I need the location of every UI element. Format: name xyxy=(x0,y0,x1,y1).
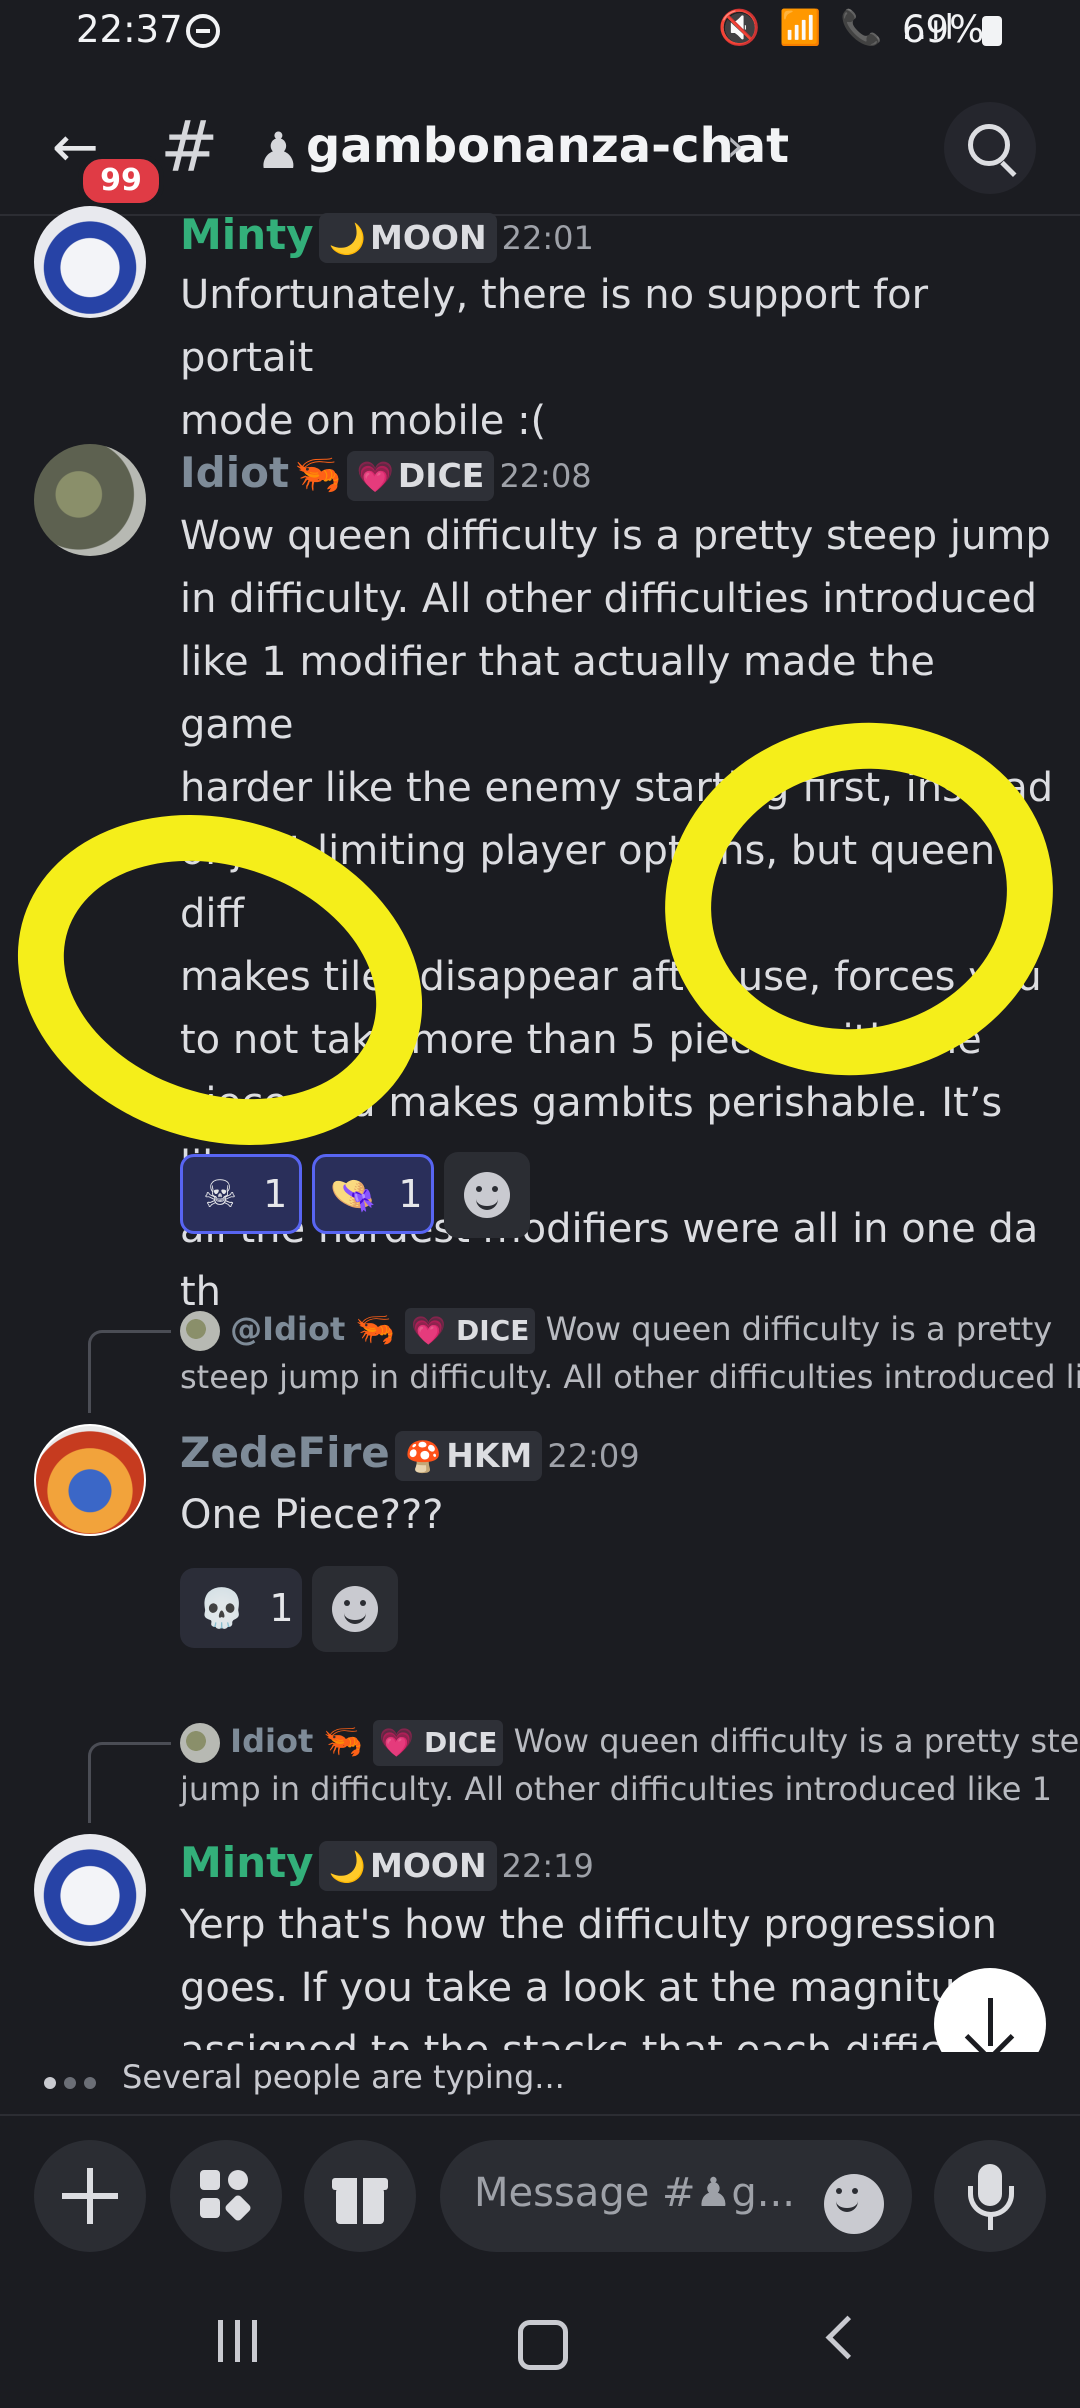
message-body: Yerp that's how the difficulty progressi… xyxy=(180,1902,1006,2050)
username[interactable]: Minty xyxy=(180,1838,314,1887)
reaction-skull[interactable]: 💀 1 xyxy=(180,1568,302,1648)
message-placeholder: Message #♟g... xyxy=(474,2170,795,2216)
channel-hash-icon: # xyxy=(160,106,219,188)
heart-icon: 💗 xyxy=(411,1314,447,1347)
unread-badge: 99 xyxy=(78,154,164,208)
recent-apps-button[interactable] xyxy=(218,2320,269,2366)
gift-button[interactable] xyxy=(304,2140,416,2252)
attach-button[interactable] xyxy=(34,2140,146,2252)
heart-icon: 💗 xyxy=(356,460,394,495)
avatar[interactable] xyxy=(34,1834,146,1946)
role-tag: 💗 DICE xyxy=(373,1720,504,1766)
heart-icon: 💗 xyxy=(379,1726,415,1759)
role-tag[interactable]: 💗 DICE xyxy=(346,451,495,501)
reply-preview[interactable]: @Idiot 🦐 💗 DICE Wow queen difficulty is … xyxy=(180,1306,1080,1400)
message-header: ZedeFire 🍄 HKM 22:09 xyxy=(180,1428,640,1484)
typing-indicator: Several people are typing... xyxy=(0,2052,1080,2112)
skull-icon: 💀 xyxy=(198,1586,246,1630)
role-tag[interactable]: 🌙 MOON xyxy=(318,213,497,263)
add-reaction-button[interactable] xyxy=(312,1566,398,1652)
username[interactable]: Minty xyxy=(180,210,314,259)
reply-avatar xyxy=(180,1723,220,1763)
timestamp: 22:08 xyxy=(499,457,592,495)
reply-connector xyxy=(88,1330,171,1413)
message-body: Unfortunately, there is no support for p… xyxy=(180,272,929,444)
status-time: 22:37 xyxy=(76,8,183,51)
battery-icon xyxy=(982,16,1002,46)
message-header: Minty 🌙 MOON 22:19 xyxy=(180,1838,594,1894)
skull-crossbones-icon: ☠ xyxy=(203,1172,238,1216)
smiley-icon xyxy=(464,1172,510,1218)
message-body: One Piece??? xyxy=(180,1492,444,1538)
reply-avatar xyxy=(180,1311,220,1351)
role-tag[interactable]: 🍄 HKM xyxy=(394,1431,543,1481)
mushroom-icon: 🍄 xyxy=(404,1440,443,1475)
do-not-disturb-icon xyxy=(186,14,220,48)
add-reaction-button[interactable] xyxy=(444,1152,530,1238)
battery-percent: 69% xyxy=(902,8,985,51)
home-button[interactable] xyxy=(518,2320,568,2370)
emoji-picker-icon[interactable] xyxy=(824,2174,884,2234)
shrimp-icon: 🦐 xyxy=(323,1722,364,1760)
username[interactable]: ZedeFire xyxy=(180,1428,390,1477)
straw-hat-icon: 👒 xyxy=(329,1172,377,1216)
reaction-straw-hat[interactable]: 👒 1 xyxy=(312,1154,434,1234)
search-button[interactable] xyxy=(944,102,1036,194)
moon-icon: 🌙 xyxy=(328,1850,366,1885)
shrimp-icon: 🦐 xyxy=(355,1310,396,1348)
moon-icon: 🌙 xyxy=(328,222,366,257)
username[interactable]: Idiot xyxy=(180,448,289,497)
smiley-icon xyxy=(332,1586,378,1632)
timestamp: 22:01 xyxy=(501,219,594,257)
status-bar: 22:37 🔇 📶 📞 ..ıl 69% xyxy=(0,0,1080,66)
message-header: Minty 🌙 MOON 22:01 xyxy=(180,210,594,263)
avatar[interactable] xyxy=(34,444,146,556)
message-header: Idiot 🦐 💗 DICE 22:08 xyxy=(180,448,592,504)
typing-dots-icon xyxy=(44,2074,104,2093)
role-tag: 💗 DICE xyxy=(405,1308,536,1354)
timestamp: 22:09 xyxy=(547,1437,640,1475)
chess-pawn-icon: ♟ xyxy=(256,122,301,180)
avatar[interactable] xyxy=(34,1424,146,1536)
reply-preview[interactable]: Idiot 🦐 💗 DICE Wow queen difficulty is a… xyxy=(180,1718,1080,1812)
message-input[interactable]: Message #♟g... xyxy=(440,2140,912,2252)
reply-connector xyxy=(88,1742,171,1823)
timestamp: 22:19 xyxy=(501,1847,594,1885)
apps-button[interactable] xyxy=(170,2140,282,2252)
channel-name[interactable]: gambonanza-chat xyxy=(306,118,789,174)
voice-message-button[interactable] xyxy=(934,2140,1046,2252)
apps-icon xyxy=(200,2170,220,2190)
chevron-right-icon[interactable]: › xyxy=(726,118,744,172)
avatar[interactable] xyxy=(34,206,146,318)
shrimp-icon: 🦐 xyxy=(294,452,342,496)
composer-divider xyxy=(0,2114,1080,2116)
reaction-skull-crossbones[interactable]: ☠ 1 xyxy=(180,1154,302,1234)
nav-back-button[interactable] xyxy=(825,2315,870,2360)
role-tag[interactable]: 🌙 MOON xyxy=(318,1841,497,1891)
